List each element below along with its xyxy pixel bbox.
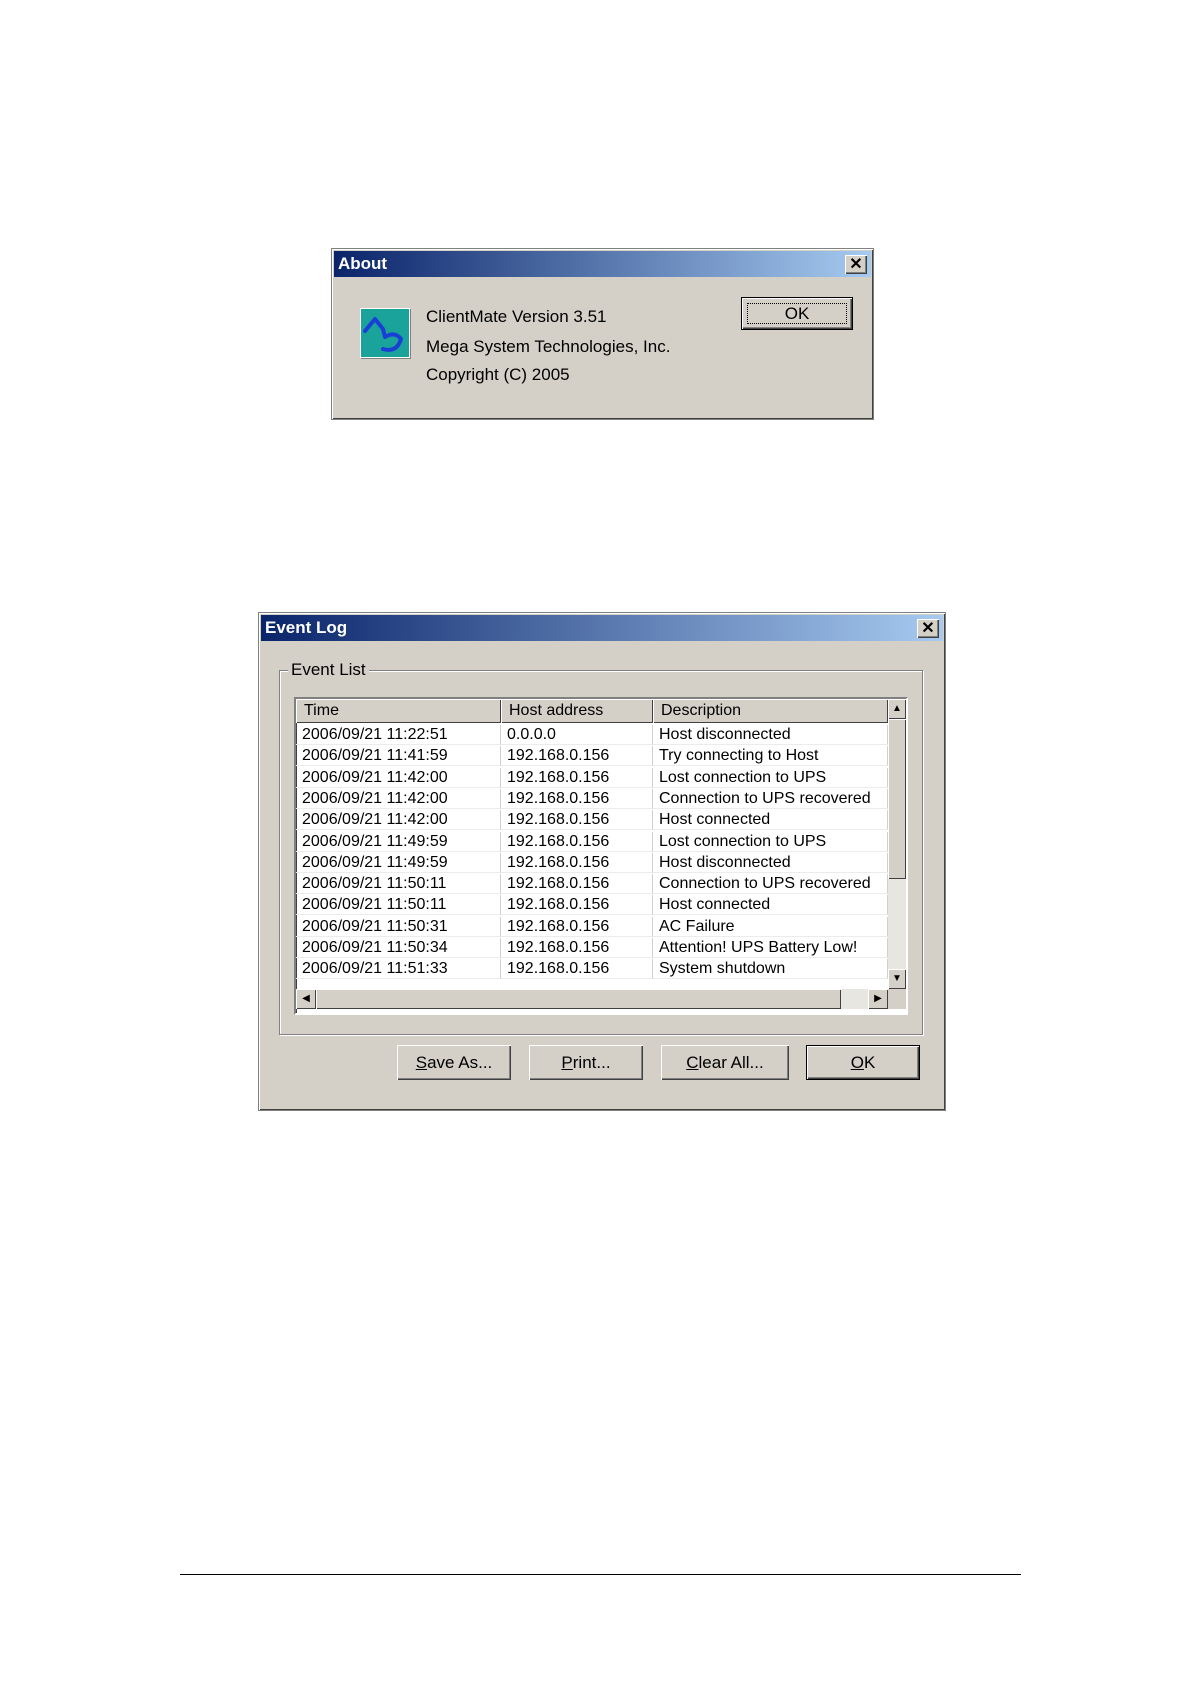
scroll-left-button[interactable]: ◀	[296, 989, 316, 1009]
event-list-label: Event List	[288, 660, 369, 680]
clear-all-label: Clear All...	[686, 1053, 764, 1072]
cell-host-address: 192.168.0.156	[501, 746, 653, 767]
horizontal-scrollbar[interactable]: ◀ ▶	[296, 989, 888, 1009]
cell-description: Host disconnected	[653, 725, 888, 745]
column-header-time[interactable]: Time	[296, 699, 501, 723]
column-header-host-address[interactable]: Host address	[501, 699, 653, 723]
clear-all-button[interactable]: Clear All...	[661, 1045, 789, 1080]
cell-time: 2006/09/21 11:41:59	[296, 746, 501, 767]
cell-host-address: 192.168.0.156	[501, 874, 653, 895]
about-close-button[interactable]: ✕	[845, 255, 867, 274]
arrow-right-icon: ▶	[874, 993, 882, 1004]
event-log-title: Event Log	[265, 618, 348, 637]
table-row[interactable]: 2006/09/21 11:42:00 192.168.0.156 Connecti…	[296, 788, 888, 809]
cell-description: Host disconnected	[653, 852, 888, 873]
app-logo-icon	[360, 308, 410, 358]
table-row[interactable]: 2006/09/21 11:49:59 192.168.0.156 Lost con…	[296, 831, 888, 852]
table-row[interactable]: 2006/09/21 11:22:51 0.0.0.0 Host disconnec…	[296, 725, 888, 745]
close-icon: ✕	[849, 256, 863, 273]
cell-description: System shutdown	[653, 959, 888, 980]
cell-time: 2006/09/21 11:50:11	[296, 874, 501, 895]
print-label: Print...	[561, 1053, 611, 1072]
print-button[interactable]: Print...	[529, 1045, 643, 1080]
arrow-down-icon: ▼	[892, 973, 902, 984]
cell-host-address: 192.168.0.156	[501, 938, 653, 958]
cell-description: Host connected	[653, 895, 888, 916]
cell-host-address: 192.168.0.156	[501, 916, 653, 937]
table-row[interactable]: 2006/09/21 11:49:59 192.168.0.156 Host dis…	[296, 852, 888, 873]
event-log-ok-label: OK	[850, 1053, 876, 1072]
about-title: About	[338, 254, 388, 273]
scrollbar-corner	[888, 989, 906, 1009]
cell-description: Try connecting to Host	[653, 746, 888, 767]
event-list[interactable]: Time Host address Description 2006/09/21…	[294, 697, 908, 1015]
cell-time: 2006/09/21 11:50:11	[296, 895, 501, 916]
table-row[interactable]: 2006/09/21 11:50:31 192.168.0.156 AC Failu…	[296, 916, 888, 937]
cell-host-address: 192.168.0.156	[501, 852, 653, 873]
about-version: ClientMate Version 3.51	[426, 307, 607, 326]
table-row[interactable]: 2006/09/21 11:50:11 192.168.0.156 Host con…	[296, 895, 888, 916]
cell-time: 2006/09/21 11:42:00	[296, 810, 501, 831]
cell-description: Host connected	[653, 810, 888, 831]
table-row[interactable]: 2006/09/21 11:50:11 192.168.0.156 Connecti…	[296, 874, 888, 895]
cell-time: 2006/09/21 11:50:34	[296, 938, 501, 958]
cell-time: 2006/09/21 11:42:00	[296, 767, 501, 788]
cell-host-address: 192.168.0.156	[501, 788, 653, 809]
cell-description: Attention! UPS Battery Low!	[653, 938, 888, 958]
cell-host-address: 192.168.0.156	[501, 810, 653, 831]
cell-time: 2006/09/21 11:49:59	[296, 852, 501, 873]
about-company: Mega System Technologies, Inc.	[426, 337, 671, 356]
column-header-description[interactable]: Description	[653, 699, 888, 723]
cell-description: Connection to UPS recovered	[653, 874, 888, 895]
vertical-scroll-thumb[interactable]	[888, 719, 906, 879]
cell-description: Lost connection to UPS	[653, 831, 888, 852]
cell-time: 2006/09/21 11:50:31	[296, 916, 501, 937]
scroll-right-button[interactable]: ▶	[868, 989, 888, 1009]
about-dialog: About ✕ ClientMate Version 3.51 Mega Sys…	[331, 248, 874, 420]
cell-description: Lost connection to UPS	[653, 767, 888, 788]
arrow-up-icon: ▲	[892, 703, 902, 714]
scroll-up-button[interactable]: ▲	[888, 699, 906, 719]
save-as-label: Save As...	[415, 1053, 493, 1072]
cell-description: AC Failure	[653, 916, 888, 937]
close-icon: ✕	[921, 620, 935, 637]
cell-host-address: 192.168.0.156	[501, 767, 653, 788]
event-log-dialog: Event Log ✕ Event List Time Host address…	[258, 612, 946, 1111]
table-row[interactable]: 2006/09/21 11:42:00 192.168.0.156 Lost con…	[296, 767, 888, 788]
cell-host-address: 0.0.0.0	[501, 725, 653, 745]
arrow-left-icon: ◀	[302, 993, 310, 1004]
table-row[interactable]: 2006/09/21 11:51:33 192.168.0.156 System s…	[296, 959, 888, 980]
cell-host-address: 192.168.0.156	[501, 959, 653, 980]
vertical-scrollbar[interactable]: ▲ ▼	[888, 699, 906, 989]
horizontal-scroll-thumb[interactable]	[316, 989, 841, 1009]
about-copyright: Copyright (C) 2005	[426, 365, 570, 384]
cell-host-address: 192.168.0.156	[501, 895, 653, 916]
event-log-title-bar[interactable]: Event Log ✕	[261, 615, 943, 641]
cell-time: 2006/09/21 11:42:00	[296, 788, 501, 809]
cell-time: 2006/09/21 11:51:33	[296, 959, 501, 980]
cell-description: Connection to UPS recovered	[653, 788, 888, 809]
table-row[interactable]: 2006/09/21 11:50:34 192.168.0.156 Attentio…	[296, 938, 888, 958]
cell-time: 2006/09/21 11:49:59	[296, 831, 501, 852]
about-ok-button[interactable]: OK	[741, 297, 853, 330]
focus-rect	[747, 303, 847, 324]
page-footer-rule	[180, 1574, 1021, 1575]
about-title-bar[interactable]: About ✕	[334, 251, 871, 277]
event-log-ok-button[interactable]: OK	[806, 1045, 920, 1080]
event-log-close-button[interactable]: ✕	[917, 619, 939, 638]
table-row[interactable]: 2006/09/21 11:41:59 192.168.0.156 Try conn…	[296, 746, 888, 767]
save-as-button[interactable]: Save As...	[397, 1045, 511, 1080]
cell-host-address: 192.168.0.156	[501, 831, 653, 852]
cell-time: 2006/09/21 11:22:51	[296, 725, 501, 745]
scroll-down-button[interactable]: ▼	[888, 969, 906, 989]
event-rows: 2006/09/21 11:22:51 0.0.0.0 Host disconnec…	[296, 725, 888, 989]
table-row[interactable]: 2006/09/21 11:42:00 192.168.0.156 Host con…	[296, 810, 888, 831]
